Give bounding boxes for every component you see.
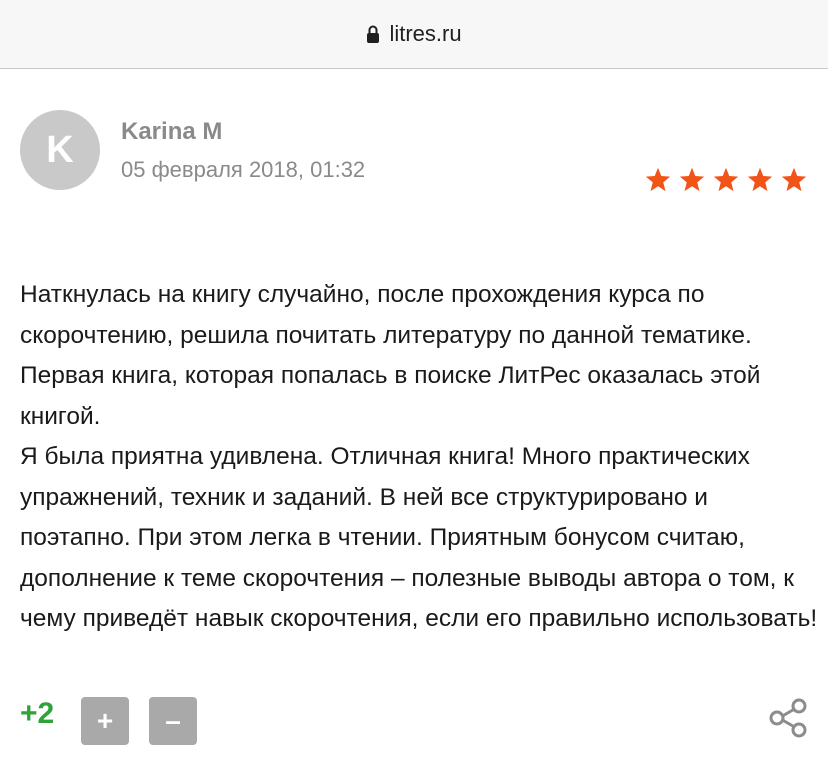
vote-score: +2 bbox=[20, 697, 55, 730]
review-paragraph: Я была приятна удивлена. Отличная книга!… bbox=[20, 443, 818, 632]
star-icon bbox=[713, 167, 739, 192]
author-name[interactable]: Karina M bbox=[121, 118, 222, 146]
star-icon bbox=[747, 167, 773, 192]
star-icon bbox=[679, 167, 705, 192]
downvote-button[interactable]: – bbox=[149, 697, 197, 745]
avatar-letter: K bbox=[46, 128, 74, 171]
browser-address-bar[interactable]: litres.ru bbox=[0, 0, 828, 69]
review-date: 05 февраля 2018, 01:32 bbox=[121, 157, 366, 182]
star-icon bbox=[645, 167, 671, 192]
share-icon[interactable] bbox=[767, 697, 809, 739]
review-text: Наткнулась на книгу случайно, после прох… bbox=[20, 275, 820, 640]
url-text: litres.ru bbox=[389, 21, 462, 46]
review-paragraph: Наткнулась на книгу случайно, после прох… bbox=[20, 281, 761, 430]
url-display[interactable]: litres.ru bbox=[366, 21, 462, 47]
rating-stars bbox=[644, 166, 808, 194]
lock-icon bbox=[366, 24, 380, 44]
upvote-button[interactable]: + bbox=[81, 697, 129, 745]
avatar: K bbox=[20, 110, 100, 190]
star-icon bbox=[781, 167, 807, 192]
